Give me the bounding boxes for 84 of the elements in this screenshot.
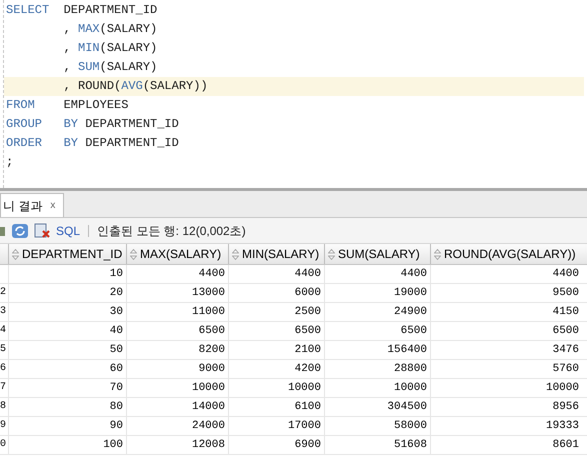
sort-icon	[434, 248, 441, 260]
table-cell: 19000	[324, 284, 430, 302]
table-cell: 11000	[126, 303, 228, 321]
table-cell: 4150	[430, 303, 582, 321]
table-cell: 10000	[324, 379, 430, 397]
column-header[interactable]: MAX(SALARY)	[126, 244, 228, 264]
table-cell: 6500	[228, 322, 324, 340]
table-cell: 4400	[228, 265, 324, 283]
table-cell: 24000	[126, 417, 228, 435]
fetch-status: 인출된 모든 행: 12(0,002초)	[97, 222, 246, 240]
table-cell: 8200	[126, 341, 228, 359]
results-tab[interactable]: 니 결과 x	[0, 193, 64, 217]
table-cell: 6500	[430, 322, 582, 340]
sort-icon	[130, 248, 137, 260]
column-header[interactable]: SUM(SALARY)	[324, 244, 430, 264]
table-cell: 2100	[228, 341, 324, 359]
table-cell: 6100	[228, 398, 324, 416]
table-cell: 100	[8, 436, 126, 454]
sql-link[interactable]: SQL	[56, 222, 80, 240]
table-cell: 5760	[430, 360, 582, 378]
close-button[interactable]: x	[50, 198, 56, 213]
table-cell: 4400	[126, 265, 228, 283]
table-cell: 3476	[430, 341, 582, 359]
table-cell: 17000	[228, 417, 324, 435]
row-number: 9	[0, 419, 8, 433]
row-number: 3	[0, 305, 8, 319]
sql-editor[interactable]: SELECT DEPARTMENT_ID , MAX(SALARY) , MIN(SALARY) , SUM(SALARY) , ROUND(AVG(SALARY)) FROM EMPLOYEES GROUP BY DEPARTMENT_ID ORDER BY DEPARTMENT_ID ;	[3, 0, 587, 188]
row-number: 0	[0, 438, 8, 452]
table-cell: 6900	[228, 436, 324, 454]
table-cell: 20	[8, 284, 126, 302]
code-line: SELECT DEPARTMENT_ID	[5, 2, 158, 19]
table-cell: 2500	[228, 303, 324, 321]
table-cell: 24900	[324, 303, 430, 321]
table-cell: 50	[8, 341, 126, 359]
table-cell: 4400	[324, 265, 430, 283]
table-cell: 19333	[430, 417, 582, 435]
code-line: ORDER BY DEPARTMENT_ID	[5, 135, 180, 152]
table-cell: 4200	[228, 360, 324, 378]
row-number: 4	[0, 324, 8, 338]
table-cell: 10	[8, 265, 126, 283]
sort-icon	[232, 248, 239, 260]
table-cell: 10000	[430, 379, 582, 397]
column-header[interactable]: MIN(SALARY)	[228, 244, 324, 264]
row-number: 5	[0, 343, 8, 357]
table-cell: 70	[8, 379, 126, 397]
row-number: 6	[0, 362, 8, 376]
code-line: , MIN(SALARY)	[62, 40, 158, 57]
sort-icon	[12, 248, 19, 260]
code-line: , MAX(SALARY)	[62, 21, 158, 38]
table-cell: 156400	[324, 341, 430, 359]
refresh-icon[interactable]	[11, 222, 29, 238]
code-line: GROUP BY DEPARTMENT_ID	[5, 116, 180, 133]
code-line: ;	[5, 154, 14, 171]
table-cell: 13000	[126, 284, 228, 302]
table-cell: 6500	[324, 322, 430, 340]
table-cell: 4400	[430, 265, 582, 283]
table-cell: 9000	[126, 360, 228, 378]
table-cell: 10000	[126, 379, 228, 397]
table-cell: 58000	[324, 417, 430, 435]
row-number: 7	[0, 381, 8, 395]
table-cell: 51608	[324, 436, 430, 454]
table-cell: 6000	[228, 284, 324, 302]
row-number: 2	[0, 286, 8, 300]
table-cell: 40	[8, 322, 126, 340]
table-cell: 28800	[324, 360, 430, 378]
column-header[interactable]: DEPARTMENT_ID	[8, 244, 126, 264]
table-cell: 90	[8, 417, 126, 435]
table-cell: 304500	[324, 398, 430, 416]
table-cell: 80	[8, 398, 126, 416]
table-cell: 30	[8, 303, 126, 321]
table-cell: 10000	[228, 379, 324, 397]
table-cell: 60	[8, 360, 126, 378]
table-cell: 6500	[126, 322, 228, 340]
sort-icon	[328, 248, 335, 260]
clear-icon[interactable]	[34, 222, 51, 238]
table-cell: 8601	[430, 436, 582, 454]
code-line: , SUM(SALARY)	[62, 59, 158, 76]
table-cell: 9500	[430, 284, 582, 302]
table-cell: 14000	[126, 398, 228, 416]
column-header[interactable]: ROUND(AVG(SALARY))	[430, 244, 582, 264]
table-cell: 12008	[126, 436, 228, 454]
row-number: 8	[0, 400, 8, 414]
code-line: FROM EMPLOYEES	[5, 97, 130, 114]
table-cell: 8956	[430, 398, 582, 416]
